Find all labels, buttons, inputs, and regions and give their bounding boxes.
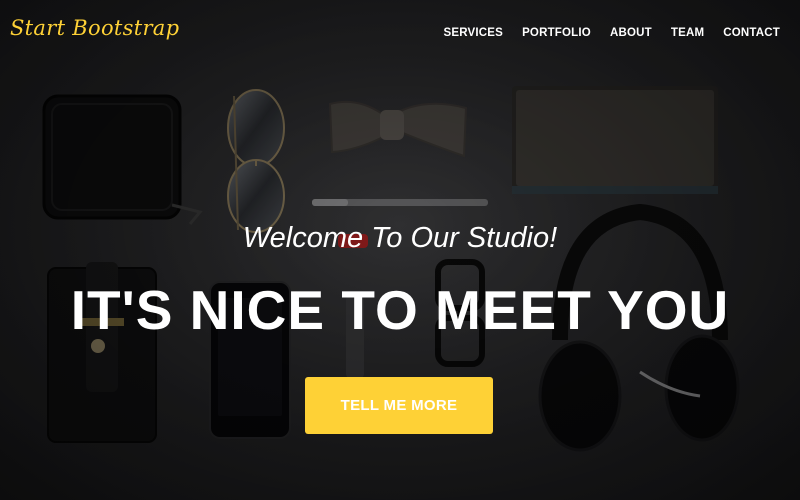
nav-link-about[interactable]: ABOUT [610, 27, 652, 39]
tell-me-more-button[interactable]: TELL ME MORE [305, 377, 493, 434]
nav-link-services[interactable]: SERVICES [444, 27, 504, 39]
brand-logo[interactable]: Start Bootstrap [10, 16, 179, 40]
main-nav: SERVICES PORTFOLIO ABOUT TEAM CONTACT [444, 27, 781, 39]
nav-link-contact[interactable]: CONTACT [723, 27, 780, 39]
hero-section: Start Bootstrap SERVICES PORTFOLIO ABOUT… [0, 0, 800, 500]
nav-link-portfolio[interactable]: PORTFOLIO [522, 27, 591, 39]
nav-link-team[interactable]: TEAM [671, 27, 704, 39]
hero-subheading: Welcome To Our Studio! [242, 222, 558, 254]
hero-heading: IT'S NICE TO MEET YOU [70, 279, 730, 341]
